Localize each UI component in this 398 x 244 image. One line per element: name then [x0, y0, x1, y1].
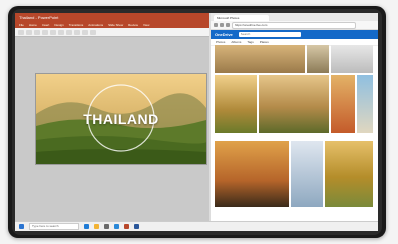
photo-thumbnail[interactable] — [259, 75, 329, 133]
refresh-icon[interactable] — [226, 23, 230, 27]
ribbon-button[interactable] — [34, 29, 40, 35]
tab-review[interactable]: Review — [128, 22, 138, 28]
folder-icon[interactable] — [94, 224, 99, 229]
photo-grid: Mar 12, 2018 · 12 items — [215, 45, 373, 217]
photo-thumbnail[interactable] — [215, 75, 257, 133]
back-icon[interactable] — [214, 23, 218, 27]
browser-tab[interactable]: Microsoft Photos — [214, 15, 269, 21]
tab-view[interactable]: View — [143, 22, 149, 28]
photo-thumbnail[interactable] — [331, 45, 373, 73]
taskbar-search[interactable]: Type here to search — [29, 223, 79, 230]
ribbon-button[interactable] — [26, 29, 32, 35]
browser-tabbar: Microsoft Photos — [211, 13, 378, 21]
screen: Thailand - PowerPoint File Home Insert D… — [15, 13, 378, 231]
ribbon-button[interactable] — [18, 29, 24, 35]
ribbon-button[interactable] — [50, 29, 56, 35]
powerpoint-icon[interactable] — [124, 224, 129, 229]
slide-title: THAILAND — [83, 111, 159, 127]
slide-canvas[interactable]: THAILAND — [35, 73, 207, 165]
photo-thumbnail[interactable] — [215, 141, 289, 207]
taskbar: Type here to search — [15, 221, 378, 231]
photo-thumbnail[interactable] — [357, 75, 373, 133]
store-icon[interactable] — [104, 224, 109, 229]
powerpoint-window: Thailand - PowerPoint File Home Insert D… — [15, 13, 209, 221]
ribbon-button[interactable] — [74, 29, 80, 35]
ribbon-button[interactable] — [90, 29, 96, 35]
photo-thumbnail[interactable] — [291, 141, 323, 207]
toolbar-places[interactable]: Places — [260, 40, 269, 44]
onedrive-header: OneDrive Search — [211, 30, 378, 39]
edge-icon[interactable] — [84, 224, 89, 229]
tab-file[interactable]: File — [19, 22, 24, 28]
photo-thumbnail[interactable] — [331, 75, 355, 133]
tab-slide-show[interactable]: Slide Show — [108, 22, 123, 28]
photo-thumbnail[interactable] — [215, 45, 305, 73]
photo-thumbnail[interactable] — [325, 141, 373, 207]
forward-icon[interactable] — [220, 23, 224, 27]
search-input[interactable]: Search — [238, 32, 301, 37]
photo-thumbnail[interactable] — [307, 45, 329, 73]
url-field[interactable]: https://onedrive.live.com — [232, 21, 356, 29]
browser-window: Microsoft Photos https://onedrive.live.c… — [211, 13, 378, 221]
ribbon — [15, 28, 209, 37]
windows-icon[interactable] — [19, 224, 24, 229]
tab-transitions[interactable]: Transitions — [69, 22, 84, 28]
address-bar: https://onedrive.live.com — [211, 21, 378, 30]
app-name[interactable]: OneDrive — [215, 32, 233, 37]
word-icon[interactable] — [134, 224, 139, 229]
tab-design[interactable]: Design — [54, 22, 63, 28]
mail-icon[interactable] — [114, 224, 119, 229]
toolbar-photos[interactable]: Photos — [216, 40, 225, 44]
ribbon-button[interactable] — [82, 29, 88, 35]
ribbon-button[interactable] — [66, 29, 72, 35]
toolbar-tags[interactable]: Tags — [247, 40, 253, 44]
tab-insert[interactable]: Insert — [42, 22, 50, 28]
toolbar-albums[interactable]: Albums — [231, 40, 241, 44]
powerpoint-title-bar: Thailand - PowerPoint — [15, 13, 209, 22]
tab-animations[interactable]: Animations — [88, 22, 103, 28]
ribbon-button[interactable] — [42, 29, 48, 35]
tab-home[interactable]: Home — [29, 22, 37, 28]
ribbon-button[interactable] — [58, 29, 64, 35]
